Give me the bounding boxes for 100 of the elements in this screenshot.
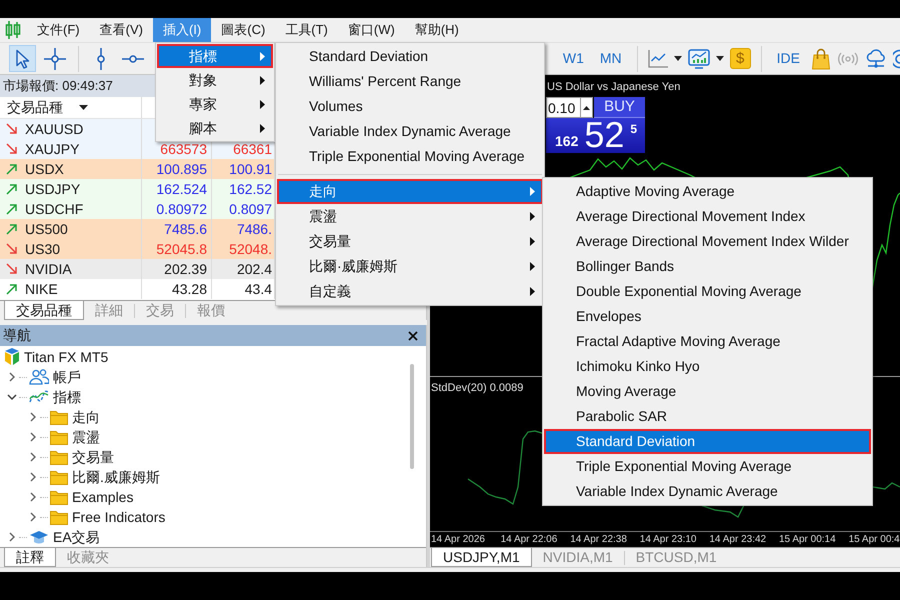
symbol-name: USDJPY <box>25 180 80 198</box>
up-arrow-icon <box>583 106 590 110</box>
tree-label[interactable]: 走向 <box>72 408 100 426</box>
chevron-right-icon[interactable] <box>7 372 17 382</box>
menu-item[interactable]: Moving Average <box>544 379 871 404</box>
tree-label[interactable]: 帳戶 <box>53 368 81 386</box>
chevron-right-icon[interactable] <box>28 412 38 422</box>
tree-label[interactable]: 交易量 <box>72 448 114 466</box>
menu-item[interactable]: Fractal Adaptive Moving Average <box>544 329 871 354</box>
scrollbar-thumb[interactable] <box>410 364 414 469</box>
panel-tab[interactable]: 註釋 <box>4 548 56 567</box>
period-button[interactable]: MN <box>594 45 627 72</box>
chevron-right-icon[interactable] <box>28 492 38 502</box>
menu-item[interactable]: 指標 <box>157 44 273 68</box>
symbol-name: XAUJPY <box>25 140 80 158</box>
chevron-down-icon[interactable] <box>7 393 17 401</box>
symbol-name: USDX <box>25 160 64 178</box>
chevron-right-icon[interactable] <box>7 532 17 542</box>
menu-item[interactable]: 圖表(C) <box>211 18 276 42</box>
bid-price: 663573 <box>160 140 207 158</box>
tree-label[interactable]: Free Indicators <box>72 508 166 526</box>
menu-item[interactable]: Volumes <box>277 94 543 119</box>
lot-field[interactable]: 0.10 <box>546 97 580 118</box>
period-button[interactable]: W1 <box>558 45 589 72</box>
wave-icon <box>29 390 49 404</box>
cursor-tool-button[interactable] <box>9 45 36 72</box>
time-label: 14 Apr 23:42 <box>708 534 768 546</box>
tree-label[interactable]: 指標 <box>53 388 81 406</box>
menu-item[interactable]: Variable Index Dynamic Average <box>544 479 871 504</box>
logo-icon <box>4 348 20 366</box>
ask-price: 162.52 <box>229 180 272 198</box>
symbol-name: NVIDIA <box>25 260 72 278</box>
menu-item[interactable]: 腳本 <box>157 116 273 140</box>
menu-item[interactable]: Standard Deviation <box>544 429 871 454</box>
column-header[interactable]: 交易品種 <box>7 99 63 116</box>
symbol-name: USDCHF <box>25 200 84 218</box>
tree-label[interactable]: EA交易 <box>53 528 100 546</box>
tree-label[interactable]: Titan FX MT5 <box>24 348 108 366</box>
ask-price: 7486. <box>236 220 272 238</box>
close-icon[interactable] <box>408 330 418 340</box>
bid-price: 43.28 <box>172 280 207 298</box>
menu-item[interactable]: 插入(I) <box>152 18 212 42</box>
bid-price: 52045.8 <box>156 240 207 258</box>
submenu-arrow-icon <box>260 124 265 132</box>
submenu-arrow-icon <box>530 212 535 221</box>
menu-item[interactable]: Envelopes <box>544 304 871 329</box>
chevron-right-icon[interactable] <box>28 432 38 442</box>
ask-price: 100.91 <box>229 160 272 178</box>
menu-item[interactable]: 文件(F) <box>27 18 90 42</box>
menu-item[interactable]: Double Exponential Moving Average <box>544 279 871 304</box>
menu-item[interactable]: Average Directional Movement Index <box>544 204 871 229</box>
shopping-bag-icon[interactable] <box>811 48 831 70</box>
menu-item[interactable]: Standard Deviation <box>277 44 543 69</box>
menu-item[interactable]: 走向 <box>277 179 543 204</box>
cloud-icon[interactable] <box>865 48 887 68</box>
menu-item[interactable]: Ichimoku Kinko Hyo <box>544 354 871 379</box>
menu-item[interactable]: Triple Exponential Moving Average <box>544 454 871 479</box>
caret-icon[interactable] <box>674 56 682 61</box>
menu-item[interactable]: 幫助(H) <box>404 18 469 42</box>
symbol-name: US30 <box>25 240 60 258</box>
bid-price: 202.39 <box>164 260 207 278</box>
caret-icon[interactable] <box>716 56 724 61</box>
time-label: 14 Apr 2026 <box>430 534 486 546</box>
submenu-arrow-icon <box>260 52 265 60</box>
folder-icon <box>50 510 68 524</box>
spinner-button[interactable] <box>580 97 593 118</box>
submenu-arrow-icon <box>260 76 265 84</box>
menu-item[interactable]: Bollinger Bands <box>544 254 871 279</box>
line-chart-icon[interactable] <box>648 50 668 68</box>
tree-label[interactable]: 震盪 <box>72 428 100 446</box>
menu-item[interactable]: Adaptive Moving Average <box>544 179 871 204</box>
graduation-cap-icon <box>29 529 49 545</box>
ide-button[interactable]: IDE <box>772 45 805 72</box>
ring-icon[interactable] <box>893 48 900 68</box>
crosshair-icon <box>44 48 66 70</box>
folder-icon <box>50 490 68 504</box>
tree-label[interactable]: 比爾.威廉姆斯 <box>72 468 160 486</box>
submenu-arrow-icon <box>530 187 535 196</box>
dropdown-caret-icon[interactable] <box>79 105 88 110</box>
chevron-right-icon[interactable] <box>28 452 38 462</box>
folder-icon <box>50 450 68 464</box>
candles-logo-icon[interactable] <box>5 21 21 39</box>
menu-item[interactable]: Average Directional Movement Index Wilder <box>544 229 871 254</box>
chevron-right-icon[interactable] <box>28 512 38 522</box>
chevron-right-icon[interactable] <box>28 472 38 482</box>
menu-item[interactable]: 查看(V) <box>90 18 153 42</box>
menu-item[interactable]: 工具(T) <box>275 18 338 42</box>
panel-tab[interactable]: 交易品種 <box>4 301 84 320</box>
cursor-icon <box>14 48 32 68</box>
chart-monitor-icon[interactable] <box>688 48 710 68</box>
menu-item[interactable]: Parabolic SAR <box>544 404 871 429</box>
menu-item[interactable]: 窗口(W) <box>338 18 405 42</box>
indicator-label: StdDev(20) 0.0089 <box>431 382 524 396</box>
panel-title: 導航 <box>3 327 31 344</box>
submenu-arrow-icon <box>530 237 535 246</box>
tree-label[interactable]: Examples <box>72 488 134 506</box>
bid-price: 100.895 <box>156 160 207 178</box>
people-icon <box>29 369 49 385</box>
panel-tab[interactable]: USDJPY,M1 <box>431 548 532 567</box>
buy-button[interactable]: BUY <box>594 97 645 118</box>
